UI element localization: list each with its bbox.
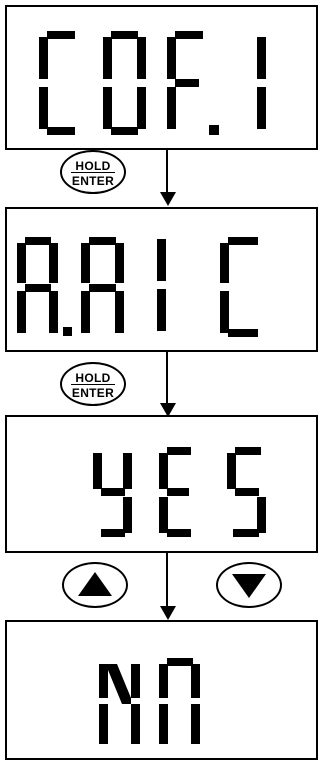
lcd-digits-yes <box>93 447 266 537</box>
lcd-screen-no <box>5 620 318 760</box>
flow-arrow-line <box>166 352 168 406</box>
lcd-digits-aatc <box>17 237 258 337</box>
triangle-down-icon <box>232 574 266 598</box>
lcd-digits-no <box>99 658 200 744</box>
segment-char-n <box>99 664 140 744</box>
segment-char-c <box>39 31 75 135</box>
segment-char-t <box>157 239 166 331</box>
hold-label: HOLD <box>75 371 111 385</box>
decimal-point <box>63 327 72 336</box>
arrow-head-icon <box>160 192 176 206</box>
enter-label: ENTER <box>71 386 115 400</box>
lcd-screen-cof1 <box>5 5 318 150</box>
segment-char-o <box>159 658 200 744</box>
lcd-screen-yes <box>5 415 318 553</box>
segment-char-c <box>220 237 258 337</box>
flow-arrow-line <box>166 150 168 194</box>
segment-char-1 <box>257 37 266 129</box>
flow-arrow-line <box>166 553 168 608</box>
hold-enter-button[interactable]: HOLD ENTER <box>60 362 126 406</box>
decimal-point <box>209 125 219 135</box>
segment-char-e <box>159 447 191 537</box>
segment-char-a <box>81 237 124 333</box>
enter-label: ENTER <box>71 174 115 188</box>
triangle-up-icon <box>78 572 112 596</box>
segment-char-o <box>103 31 146 135</box>
arrow-head-icon <box>160 606 176 620</box>
segment-char-f <box>167 31 203 129</box>
lcd-screen-aatc <box>5 207 318 352</box>
button-divider <box>71 384 115 385</box>
button-divider <box>71 172 115 173</box>
segment-char-s <box>227 447 266 537</box>
up-button[interactable] <box>62 562 128 608</box>
down-button[interactable] <box>216 562 282 608</box>
lcd-digits-cof1 <box>39 31 266 135</box>
hold-enter-button[interactable]: HOLD ENTER <box>60 150 126 194</box>
hold-label: HOLD <box>75 159 111 173</box>
segment-char-y <box>93 453 132 537</box>
segment-char-a <box>17 237 58 333</box>
